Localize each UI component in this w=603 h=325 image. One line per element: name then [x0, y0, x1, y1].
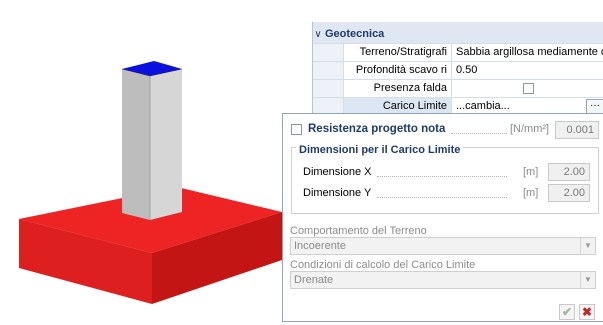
dimensione-y-unit: [m]	[523, 187, 539, 199]
property-name: Terreno/Stratigrafi	[344, 44, 452, 61]
resistenza-label: Resistenza progetto nota	[308, 123, 446, 135]
condizioni-select[interactable]: Drenate ▼	[290, 271, 596, 289]
property-terreno[interactable]: Terreno/Stratigrafi Sabbia argillosa med…	[313, 44, 603, 62]
close-icon: ✖	[581, 305, 593, 319]
dimensione-x-label: Dimensione X	[303, 166, 372, 178]
column-side-face	[150, 69, 182, 220]
property-name: Profondità scavo ri	[344, 62, 452, 79]
group-title: Geotecnica	[325, 28, 385, 40]
property-value[interactable]: 0.50	[453, 62, 603, 79]
chevron-down-icon[interactable]: ∨	[313, 26, 323, 43]
dimensioni-title: Dimensioni per il Carico Limite	[296, 140, 464, 160]
condizioni-label: Condizioni di calcolo del Carico Limite	[290, 259, 476, 271]
presenza-falda-checkbox[interactable]	[523, 82, 534, 94]
comportamento-value: Incoerente	[294, 240, 346, 252]
dimensione-x-input[interactable]: 2.00	[548, 163, 590, 181]
comportamento-select[interactable]: Incoerente ▼	[290, 237, 596, 255]
property-presenza-falda[interactable]: Presenza falda	[313, 80, 603, 98]
cancel-button[interactable]: ✖	[579, 304, 595, 320]
carico-limite-panel: Resistenza progetto nota [N/mm²] 0.001 D…	[282, 113, 603, 322]
dimensione-x-unit: [m]	[523, 166, 539, 178]
resistenza-unit: [N/mm²]	[510, 123, 550, 135]
condizioni-value: Drenate	[294, 274, 334, 286]
comportamento-label: Comportamento del Terreno	[290, 225, 427, 237]
checkmark-icon: ✔	[561, 305, 573, 319]
column-front-face	[122, 69, 150, 220]
confirm-button[interactable]: ✔	[559, 304, 575, 320]
dropdown-arrow-icon[interactable]: ▼	[580, 272, 595, 288]
dimensione-y-input[interactable]: 2.00	[548, 184, 590, 202]
dimensione-y-label: Dimensione Y	[303, 187, 372, 199]
resistenza-checkbox[interactable]	[291, 124, 302, 135]
dropdown-arrow-icon[interactable]: ▼	[580, 238, 595, 254]
property-name: Presenza falda	[344, 80, 452, 97]
model-viewport[interactable]	[0, 0, 300, 322]
group-geotecnica[interactable]: ∨ Geotecnica	[313, 26, 603, 44]
foundation-3d-model	[19, 61, 282, 304]
property-value[interactable]: Sabbia argillosa mediamente consc	[453, 44, 603, 61]
property-grid: ∨ Geotecnica Terreno/Stratigrafi Sabbia …	[312, 22, 603, 116]
resistenza-input[interactable]: 0.001	[555, 121, 599, 139]
property-profondita[interactable]: Profondità scavo ri 0.50	[313, 62, 603, 80]
